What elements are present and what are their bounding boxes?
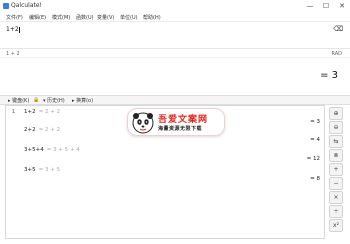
history-side-buttons: ⊕ ⊖ ⇆ ⊗ + − × ÷ x² bbox=[327, 105, 345, 239]
minimize-button[interactable]: — bbox=[302, 0, 318, 13]
watermark-banner: 吾爱文案网 海量资源无限下载 bbox=[127, 108, 225, 136]
menu-variables[interactable]: 变量(V) bbox=[97, 14, 114, 21]
divide-button[interactable]: ÷ bbox=[329, 205, 343, 218]
panda-icon bbox=[132, 112, 154, 134]
history-result: = 8 bbox=[310, 176, 320, 182]
square-button[interactable]: x² bbox=[329, 219, 343, 232]
expression-area[interactable]: 1+2 ⌫ bbox=[0, 22, 350, 49]
history-parsed: = 2 + 2 bbox=[38, 109, 61, 115]
status-line: 1 + 2 RAD bbox=[0, 50, 350, 58]
menu-functions[interactable]: 函数(U) bbox=[76, 14, 94, 21]
swap-button[interactable]: ⇆ bbox=[329, 135, 343, 148]
history-input: 2+2 bbox=[24, 127, 36, 133]
history-toggle[interactable]: ▾ 历史(H) bbox=[43, 97, 65, 104]
add-to-expression-button[interactable]: ⊕ bbox=[329, 107, 343, 120]
lock-icon[interactable]: 🔒 bbox=[33, 97, 39, 103]
history-toolbar: ▸ 键盘(K) 🔒 ▾ 历史(H) ▸ 换算(o) bbox=[0, 95, 350, 105]
history-parsed: = 2 + 2 bbox=[38, 127, 61, 133]
history-expression: 1+2 = 2 + 2 bbox=[24, 109, 60, 115]
clear-history-button[interactable]: ⊗ bbox=[329, 149, 343, 162]
history-expression: 3+5+4 = 3 + 5 + 4 bbox=[24, 147, 80, 153]
expression-text: 1+2 bbox=[6, 26, 19, 33]
close-button[interactable]: ✕ bbox=[334, 0, 350, 13]
history-input: 3+5 bbox=[24, 167, 36, 173]
history-parsed: = 3 + 5 + 4 bbox=[46, 147, 80, 153]
menu-help[interactable]: 帮助(H) bbox=[143, 14, 161, 21]
history-number: 1 bbox=[12, 109, 16, 115]
minus-button[interactable]: − bbox=[329, 177, 343, 190]
multiply-button[interactable]: × bbox=[329, 191, 343, 204]
watermark-title: 吾爱文案网 bbox=[158, 115, 209, 125]
history-input: 3+5+4 bbox=[24, 147, 44, 153]
expression-input[interactable]: 1+2 bbox=[6, 26, 20, 33]
menu-units[interactable]: 单位(U) bbox=[120, 14, 138, 21]
watermark-subtitle: 海量资源无限下载 bbox=[158, 126, 203, 132]
menu-bar: 文件(F) 编辑(E) 模式(M) 函数(U) 变量(V) 单位(U) 帮助(H… bbox=[0, 13, 350, 22]
convert-toggle[interactable]: ▸ 换算(o) bbox=[72, 97, 93, 104]
remove-button[interactable]: ⊖ bbox=[329, 121, 343, 134]
angle-mode-label[interactable]: RAD bbox=[331, 51, 342, 57]
clear-icon[interactable]: ⌫ bbox=[333, 25, 343, 33]
history-input: 1+2 bbox=[24, 109, 36, 115]
menu-edit[interactable]: 编辑(E) bbox=[29, 14, 46, 21]
history-expression: 2+2 = 2 + 2 bbox=[24, 127, 60, 133]
menu-mode[interactable]: 模式(M) bbox=[52, 14, 70, 21]
result-value: = 3 bbox=[320, 70, 338, 81]
plus-button[interactable]: + bbox=[329, 163, 343, 176]
history-result: = 12 bbox=[306, 156, 320, 162]
keypad-toggle[interactable]: ▸ 键盘(K) bbox=[8, 97, 29, 104]
title-bar: Qalculate! — ☐ ✕ bbox=[0, 0, 350, 13]
history-result: = 3 bbox=[310, 119, 320, 125]
menu-file[interactable]: 文件(F) bbox=[6, 14, 23, 21]
result-area: = 3 bbox=[0, 58, 350, 94]
app-icon bbox=[3, 3, 9, 9]
maximize-button[interactable]: ☐ bbox=[318, 0, 334, 13]
history-parsed: = 3 + 5 bbox=[38, 167, 61, 173]
history-expression: 3+5 = 3 + 5 bbox=[24, 167, 60, 173]
history-result: = 4 bbox=[310, 137, 320, 143]
window-title: Qalculate! bbox=[11, 2, 42, 9]
parsed-expression: 1 + 2 bbox=[6, 51, 20, 57]
text-caret bbox=[18, 26, 20, 33]
